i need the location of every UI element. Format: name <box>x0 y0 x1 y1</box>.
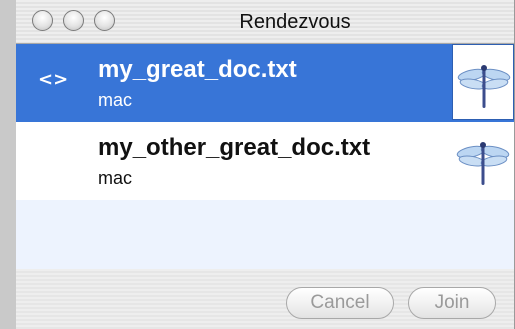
dragonfly-icon <box>452 44 514 120</box>
document-name: my_great_doc.txt <box>98 56 297 83</box>
zoom-window-button[interactable] <box>94 10 115 31</box>
list-item[interactable]: my_other_great_doc.txt mac <box>16 122 514 200</box>
title-bar[interactable]: Rendezvous <box>16 0 514 44</box>
list-item-selected[interactable]: <> my_great_doc.txt mac <box>16 44 514 122</box>
button-bar: Cancel Join <box>16 269 514 329</box>
close-window-button[interactable] <box>32 10 53 31</box>
minimize-window-button[interactable] <box>63 10 84 31</box>
document-list[interactable]: <> my_great_doc.txt mac my_other_great_d… <box>16 44 514 269</box>
rendezvous-window: Rendezvous <> my_great_doc.txt mac my_ot… <box>0 0 515 329</box>
document-name: my_other_great_doc.txt <box>98 134 371 161</box>
host-name: mac <box>98 90 133 110</box>
selected-marker-icon: <> <box>38 69 69 90</box>
dragonfly-icon <box>452 122 514 198</box>
empty-list-row <box>16 200 514 269</box>
join-button[interactable]: Join <box>408 287 496 319</box>
host-name: mac <box>98 168 133 188</box>
cancel-button[interactable]: Cancel <box>286 287 394 319</box>
window-title: Rendezvous <box>239 11 351 33</box>
